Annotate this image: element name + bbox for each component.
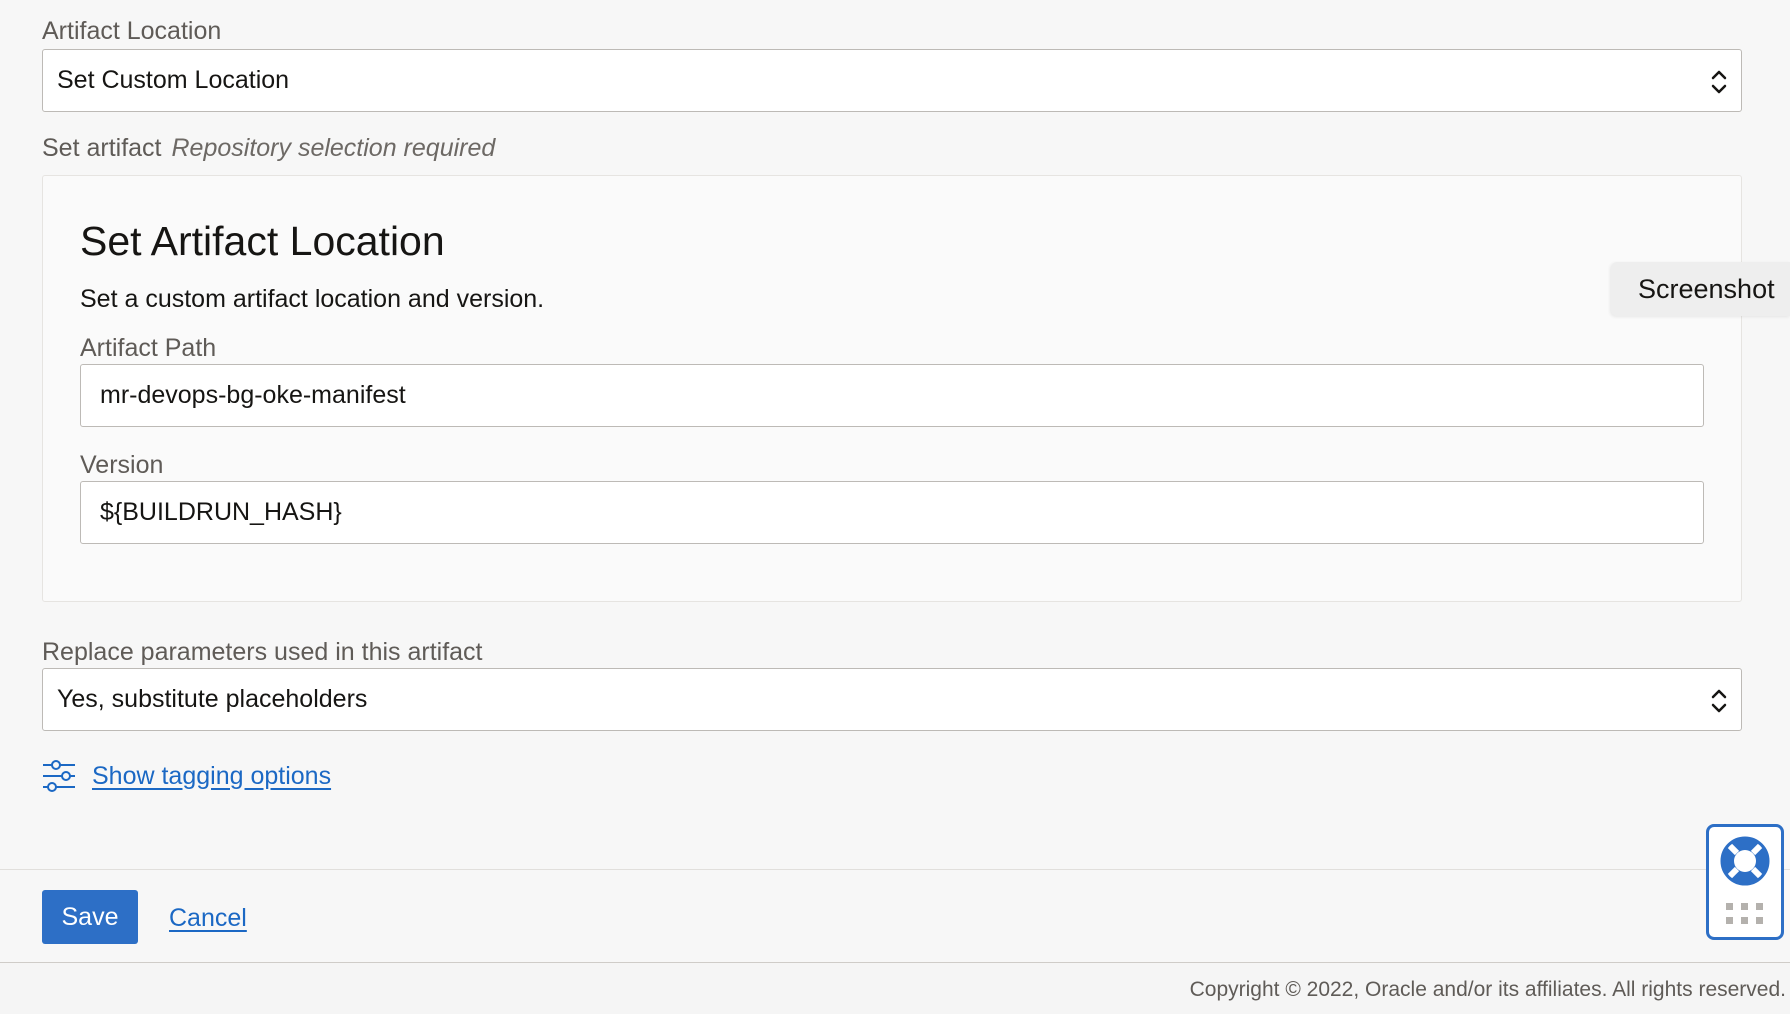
tagging-options-row[interactable]: Show tagging options <box>42 758 331 794</box>
panel-title: Set Artifact Location <box>80 218 445 264</box>
cancel-link[interactable]: Cancel <box>169 904 247 933</box>
set-artifact-text: Set artifact <box>42 134 162 162</box>
set-artifact-label: Set artifact Repository selection require… <box>42 133 495 163</box>
help-widget[interactable] <box>1706 824 1784 940</box>
artifact-path-input[interactable]: mr-devops-bg-oke-manifest <box>80 364 1704 427</box>
artifact-location-select[interactable]: Set Custom Location <box>42 49 1742 112</box>
screenshot-tab[interactable]: Screenshot <box>1611 262 1790 316</box>
show-tagging-options-link[interactable]: Show tagging options <box>92 762 331 791</box>
replace-parameters-value: Yes, substitute placeholders <box>57 685 368 713</box>
copyright-text: Copyright © 2022, Oracle and/or its affi… <box>1189 978 1786 1001</box>
form-area: Artifact Location Set Custom Location Se… <box>0 0 1790 870</box>
replace-parameters-label: Replace parameters used in this artifact <box>42 638 483 666</box>
repository-required-note: Repository selection required <box>171 134 496 162</box>
save-button[interactable]: Save <box>42 890 138 944</box>
replace-parameters-select[interactable]: Yes, substitute placeholders <box>42 668 1742 731</box>
version-label: Version <box>80 451 164 479</box>
set-artifact-location-panel: Set Artifact Location Set a custom artif… <box>42 175 1742 602</box>
lifebuoy-icon <box>1720 836 1770 886</box>
version-input[interactable]: ${BUILDRUN_HASH} <box>80 481 1704 544</box>
grip-dots-icon <box>1726 903 1763 924</box>
artifact-location-label: Artifact Location <box>42 17 222 45</box>
artifact-path-label: Artifact Path <box>80 334 217 362</box>
panel-description: Set a custom artifact location and versi… <box>80 285 545 313</box>
select-chevrons-icon <box>1711 689 1727 713</box>
sliders-icon <box>43 760 75 792</box>
select-chevrons-icon <box>1711 70 1727 94</box>
artifact-location-value: Set Custom Location <box>57 66 290 94</box>
form-footer: Save Cancel <box>0 869 1790 963</box>
